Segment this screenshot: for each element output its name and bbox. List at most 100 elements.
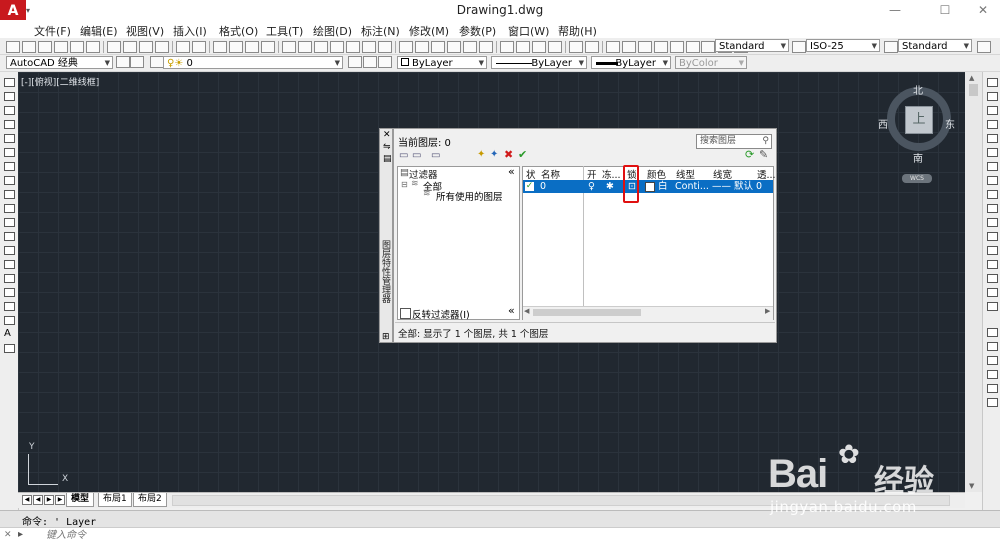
- preview-icon-2[interactable]: [463, 41, 477, 53]
- region-icon[interactable]: [4, 302, 15, 311]
- new-icon-2[interactable]: [399, 41, 413, 53]
- menu-help[interactable]: 帮助(H): [558, 23, 597, 39]
- viewcube-top-face[interactable]: 上: [905, 106, 933, 134]
- palette-grip-icon[interactable]: ⊞: [382, 332, 390, 342]
- close-button[interactable]: ✕: [968, 0, 998, 20]
- mirror-icon[interactable]: [987, 106, 998, 115]
- fillet-icon[interactable]: [987, 288, 998, 297]
- layer-previous-icon[interactable]: [363, 56, 377, 68]
- make-block-icon[interactable]: [4, 246, 15, 255]
- layer-color[interactable]: 白: [658, 180, 668, 193]
- plotstyle-select[interactable]: ByColor ▼: [675, 56, 747, 69]
- menu-edit[interactable]: 编辑(E): [80, 23, 118, 39]
- line-icon[interactable]: [4, 78, 15, 87]
- compass-east[interactable]: 东: [945, 116, 955, 131]
- minimize-button[interactable]: —: [880, 0, 910, 20]
- menu-file[interactable]: 文件(F): [34, 23, 71, 39]
- tree-collapse-icon[interactable]: ⊟: [401, 180, 408, 189]
- properties-menu-icon[interactable]: ▤: [383, 154, 392, 164]
- zoom-window-icon[interactable]: [245, 41, 259, 53]
- print-icon[interactable]: [54, 41, 68, 53]
- col-name[interactable]: 名称: [541, 167, 560, 181]
- open-icon[interactable]: [22, 41, 36, 53]
- pan-icon-2[interactable]: [606, 41, 620, 53]
- first-tab-icon[interactable]: ◀: [22, 495, 32, 505]
- wrench-icon[interactable]: ✎: [759, 148, 768, 161]
- text-front-icon[interactable]: [987, 398, 998, 407]
- menu-window[interactable]: 窗口(W): [508, 23, 549, 39]
- lightbulb-on-icon[interactable]: ♀: [588, 180, 595, 193]
- save-icon-2[interactable]: [431, 41, 445, 53]
- layer-linetype[interactable]: Conti...: [675, 180, 709, 193]
- vertical-scrollbar[interactable]: [965, 72, 982, 492]
- sheet-set-icon[interactable]: [330, 41, 344, 53]
- command-recent-icon[interactable]: ▸: [18, 529, 23, 540]
- tool-palettes-icon[interactable]: [314, 41, 328, 53]
- redo-icon-2[interactable]: [585, 41, 599, 53]
- zoom-previous-icon[interactable]: [261, 41, 275, 53]
- tab-layout1[interactable]: 布局1: [98, 493, 132, 507]
- scroll-left-icon[interactable]: ◀: [524, 307, 529, 315]
- close-icon[interactable]: ✕: [4, 530, 12, 540]
- arc-icon[interactable]: [4, 148, 15, 157]
- filter-all-used[interactable]: 所有使用的图层: [436, 189, 503, 203]
- polyline-icon[interactable]: [4, 106, 15, 115]
- layer-color-swatch[interactable]: [645, 182, 655, 192]
- properties-icon-2[interactable]: [670, 41, 684, 53]
- gradient-icon[interactable]: [4, 288, 15, 297]
- sun-thawed-icon[interactable]: ✱: [606, 180, 614, 193]
- scroll-down-icon[interactable]: ▼: [969, 482, 974, 490]
- save-icon[interactable]: [38, 41, 52, 53]
- col-linetype[interactable]: 线型: [676, 167, 695, 181]
- rectangle-icon[interactable]: [4, 134, 15, 143]
- zoom-window-icon-2[interactable]: [638, 41, 652, 53]
- prev-tab-icon[interactable]: ◀: [33, 495, 43, 505]
- make-current-icon[interactable]: [348, 56, 362, 68]
- autohide-icon[interactable]: ⇋: [383, 142, 391, 152]
- zoom-realtime-icon[interactable]: [229, 41, 243, 53]
- gear-icon[interactable]: [116, 56, 130, 68]
- insert-block-icon[interactable]: [4, 232, 15, 241]
- layer-states-icon[interactable]: ▭: [431, 150, 440, 161]
- scale-icon[interactable]: [987, 176, 998, 185]
- circle-icon[interactable]: [4, 162, 15, 171]
- wcs-menu[interactable]: WCS: [902, 174, 932, 183]
- layer-manager-icon[interactable]: [150, 56, 164, 68]
- send-under-icon[interactable]: [987, 384, 998, 393]
- close-icon[interactable]: ✕: [383, 130, 391, 140]
- point-icon[interactable]: [4, 260, 15, 269]
- col-lineweight[interactable]: 线宽: [713, 167, 732, 181]
- layer-select[interactable]: ♀☀ 0 ▼: [163, 56, 343, 69]
- tab-model[interactable]: 模型: [66, 493, 95, 507]
- polygon-icon[interactable]: [4, 120, 15, 129]
- revcloud-icon[interactable]: [4, 176, 15, 185]
- text-style-select[interactable]: Standard ▼: [715, 39, 789, 52]
- extend-icon[interactable]: [987, 218, 998, 227]
- new-property-filter-icon[interactable]: ▭: [399, 150, 408, 161]
- layer-list-scroll-thumb[interactable]: [533, 309, 641, 316]
- trim-icon[interactable]: [987, 204, 998, 213]
- layer-name[interactable]: 0: [540, 180, 546, 193]
- linetype-select[interactable]: ByLayer ▼: [491, 56, 587, 69]
- compass-west[interactable]: 西: [878, 116, 888, 131]
- paste-icon-2[interactable]: [532, 41, 546, 53]
- copy-icon[interactable]: [123, 41, 137, 53]
- dim-style-select[interactable]: ISO-25 ▼: [806, 39, 880, 52]
- match-properties-icon[interactable]: [155, 41, 169, 53]
- brush-icon[interactable]: [548, 41, 562, 53]
- table-icon[interactable]: [4, 316, 15, 325]
- refresh-icon[interactable]: ⟳: [745, 148, 754, 161]
- add-selected-icon[interactable]: [4, 344, 15, 353]
- redo-icon[interactable]: [192, 41, 206, 53]
- layer-state-icon[interactable]: [378, 56, 392, 68]
- design-center-icon[interactable]: [298, 41, 312, 53]
- col-freeze[interactable]: 冻...: [602, 167, 621, 181]
- menu-draw[interactable]: 绘图(D): [313, 23, 352, 39]
- compass-north[interactable]: 北: [913, 82, 923, 97]
- compass-south[interactable]: 南: [913, 150, 923, 165]
- mtext-icon[interactable]: A: [4, 329, 13, 339]
- menu-parametric[interactable]: 参数(P): [459, 23, 496, 39]
- erase-icon[interactable]: [987, 78, 998, 87]
- invert-filter-checkbox[interactable]: [400, 308, 411, 319]
- markup-icon[interactable]: [346, 41, 360, 53]
